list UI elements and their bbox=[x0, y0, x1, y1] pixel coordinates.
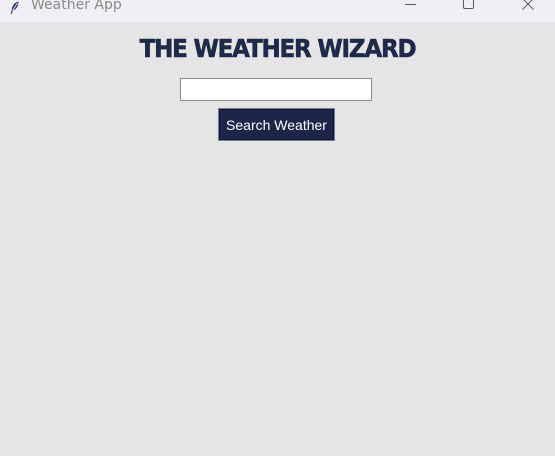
app-window: Weather App THE WEATHER WIZARD Search We… bbox=[0, 0, 555, 456]
maximize-button[interactable] bbox=[445, 0, 491, 22]
close-button[interactable] bbox=[505, 0, 551, 22]
window-title: Weather App bbox=[31, 0, 122, 13]
app-heading: THE WEATHER WIZARD bbox=[139, 34, 417, 64]
minimize-icon bbox=[405, 4, 416, 5]
search-input[interactable] bbox=[180, 78, 372, 101]
feather-icon bbox=[8, 0, 22, 14]
title-bar[interactable]: Weather App bbox=[0, 0, 555, 22]
main-content: THE WEATHER WIZARD Search Weather bbox=[0, 22, 555, 456]
minimize-button[interactable] bbox=[387, 0, 433, 22]
close-icon bbox=[522, 0, 534, 10]
maximize-icon bbox=[463, 0, 474, 9]
search-weather-button[interactable]: Search Weather bbox=[218, 108, 335, 141]
